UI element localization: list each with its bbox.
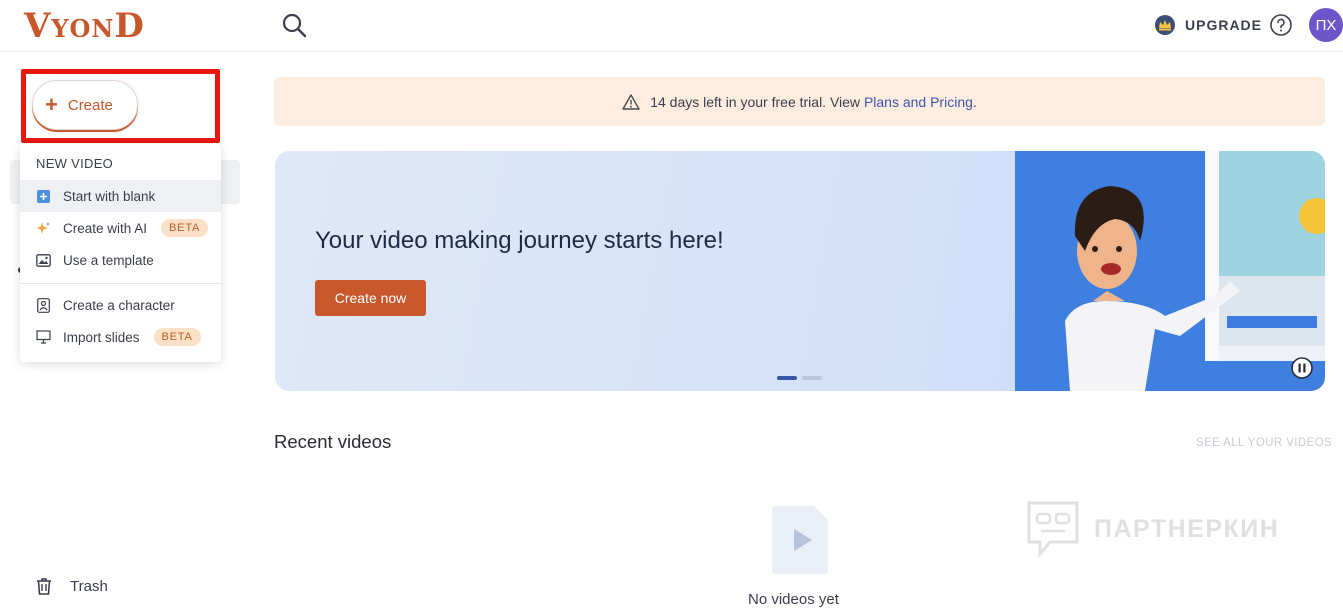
plus-square-icon bbox=[36, 189, 51, 204]
beta-badge: BETA bbox=[161, 219, 209, 237]
vyond-logo[interactable]: VYOND bbox=[24, 6, 145, 49]
character-icon bbox=[36, 297, 51, 313]
upgrade-label: UPGRADE bbox=[1185, 17, 1263, 33]
menu-item-start-blank[interactable]: Start with blank bbox=[20, 180, 221, 212]
plans-pricing-link[interactable]: Plans and Pricing bbox=[864, 94, 973, 110]
create-button[interactable]: + Create bbox=[32, 80, 138, 130]
hero-carousel: Your video making journey starts here! C… bbox=[275, 151, 1325, 391]
trial-suffix: . bbox=[972, 93, 977, 110]
trash-label: Trash bbox=[70, 577, 108, 595]
create-dropdown-menu: NEW VIDEO Start with blank Create with A… bbox=[20, 144, 221, 362]
menu-item-label: Start with blank bbox=[63, 188, 156, 204]
recent-videos-title: Recent videos bbox=[274, 431, 392, 452]
top-header: VYOND UPGRADE ПХ bbox=[0, 0, 1343, 52]
menu-item-use-template[interactable]: Use a template bbox=[20, 244, 221, 276]
menu-item-label: Create with AI bbox=[63, 220, 148, 236]
watermark: ПАРТНЕРКИН bbox=[1026, 500, 1279, 558]
no-videos-text: No videos yet bbox=[748, 591, 839, 608]
slides-icon bbox=[36, 330, 51, 345]
beta-badge: BETA bbox=[153, 328, 201, 346]
menu-item-create-ai[interactable]: Create with AI BETA bbox=[20, 212, 221, 244]
crown-icon bbox=[1155, 15, 1175, 35]
hero-title: Your video making journey starts here! bbox=[315, 227, 724, 254]
image-icon bbox=[36, 253, 51, 268]
logo-letter-v: V bbox=[24, 6, 52, 46]
menu-divider bbox=[20, 283, 221, 284]
carousel-dot[interactable] bbox=[802, 376, 822, 380]
user-avatar[interactable]: ПХ bbox=[1309, 8, 1343, 42]
plus-icon: + bbox=[45, 92, 58, 117]
sidebar-item-trash[interactable]: Trash bbox=[34, 576, 108, 596]
video-file-icon bbox=[772, 506, 828, 574]
warning-icon bbox=[622, 93, 640, 110]
sparkle-icon bbox=[36, 221, 51, 236]
menu-section-label: NEW VIDEO bbox=[36, 156, 114, 171]
trash-icon bbox=[37, 578, 51, 595]
pause-icon[interactable] bbox=[1291, 357, 1313, 379]
logo-letter-d: D bbox=[114, 6, 145, 46]
trial-banner: 14 days left in your free trial. View Pl… bbox=[274, 77, 1325, 126]
create-now-button[interactable]: Create now bbox=[315, 280, 426, 316]
see-all-videos-link[interactable]: SEE ALL YOUR VIDEOS bbox=[1196, 437, 1332, 449]
create-label: Create bbox=[67, 96, 113, 114]
menu-item-label: Use a template bbox=[63, 252, 154, 268]
help-icon[interactable] bbox=[1269, 13, 1293, 37]
menu-item-create-character[interactable]: Create a character bbox=[20, 289, 221, 321]
menu-item-label: Create a character bbox=[63, 297, 175, 313]
upgrade-button[interactable]: UPGRADE bbox=[1154, 13, 1262, 37]
menu-item-import-slides[interactable]: Import slides BETA bbox=[20, 321, 221, 353]
logo-letters-mid: YON bbox=[51, 14, 115, 43]
watermark-text: ПАРТНЕРКИН bbox=[1094, 514, 1280, 543]
hero-illustration bbox=[1015, 151, 1325, 391]
menu-item-label: Import slides bbox=[63, 329, 140, 345]
trial-text: 14 days left in your free trial. View bbox=[650, 93, 864, 110]
watermark-logo-icon bbox=[1027, 501, 1079, 558]
carousel-dot-active[interactable] bbox=[777, 376, 797, 380]
search-icon[interactable] bbox=[281, 12, 307, 38]
